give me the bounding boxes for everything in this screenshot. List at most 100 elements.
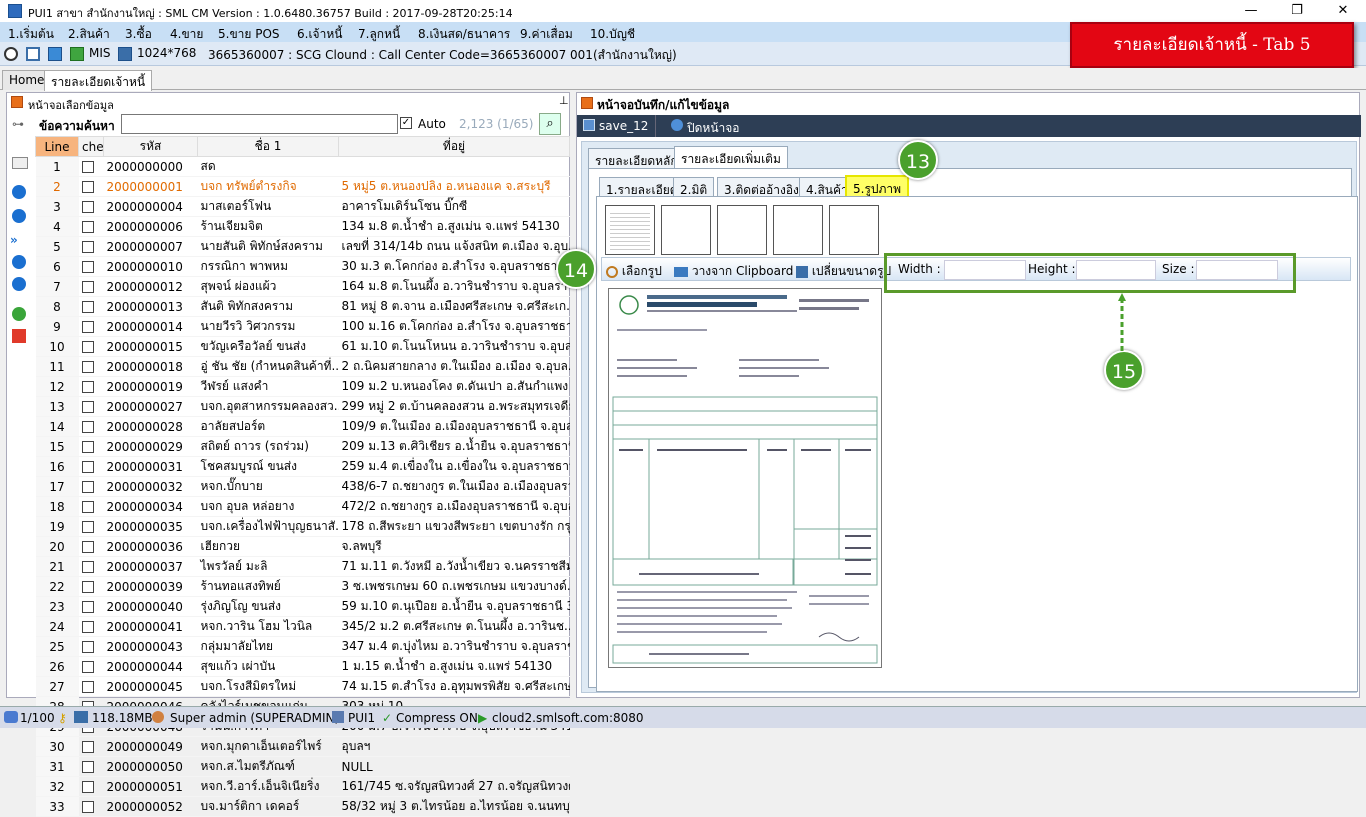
pin-icon[interactable]: ⊥ — [559, 94, 569, 107]
help-icon[interactable] — [12, 307, 26, 321]
row-checkbox[interactable] — [81, 241, 94, 253]
table-row[interactable]: 24 2000000041 หจก.วาริน โฮม ไวนิล 345/2 ม.2… — [35, 616, 570, 637]
resolution-button[interactable]: 1024*768 — [137, 46, 196, 60]
delete-icon[interactable] — [12, 329, 26, 343]
table-row[interactable]: 11 2000000018 อู่ ชัน ชัย (กำหนดสินค้าที่.… — [35, 356, 570, 377]
image-thumbnail-5[interactable] — [829, 205, 879, 255]
row-checkbox[interactable] — [81, 641, 94, 653]
row-checkbox[interactable] — [81, 181, 94, 193]
list-view-icon[interactable] — [12, 157, 28, 169]
row-checkbox[interactable] — [81, 201, 94, 213]
row-checkbox[interactable] — [81, 161, 94, 173]
row-checkbox[interactable] — [81, 541, 94, 553]
table-row[interactable]: 14 2000000028 อาลัยสปอร์ต 109/9 ต.ในเมือง อ… — [35, 416, 570, 437]
table-row[interactable]: 13 2000000027 บจก.อุตสาหกรรมคลองสว... 299 ห… — [35, 396, 570, 417]
table-row[interactable]: 5 2000000007 นายสันติ พิทักษ์สงคราม เลขที่ … — [35, 236, 570, 257]
row-checkbox[interactable] — [81, 661, 94, 673]
row-checkbox[interactable] — [81, 801, 94, 813]
row-checkbox[interactable] — [81, 581, 94, 593]
choose-image-button[interactable]: เลือกรูป — [606, 262, 662, 281]
power-icon[interactable] — [671, 119, 683, 131]
tree-icon[interactable]: ⊶ — [12, 117, 24, 131]
row-checkbox[interactable] — [81, 381, 94, 393]
table-row[interactable]: 30 2000000049 หจก.มุกดาเอ็นเตอร์ไพร์ อุบลฯ — [35, 736, 570, 757]
table-row[interactable]: 7 2000000012 สุพจน์ ผ่องแผ้ว 164 ม.8 ต.โนนผ… — [35, 276, 570, 297]
image-thumbnail-4[interactable] — [773, 205, 823, 255]
row-checkbox[interactable] — [81, 601, 94, 613]
table-row[interactable]: 20 2000000036 เฮียกวย จ.ลพบุรี — [35, 536, 570, 557]
mis-button[interactable]: MIS — [89, 46, 111, 60]
down-icon[interactable] — [12, 277, 26, 291]
row-checkbox[interactable] — [81, 281, 94, 293]
row-checkbox[interactable] — [81, 481, 94, 493]
column-header-line[interactable]: Line — [35, 136, 79, 157]
paste-clipboard-button[interactable]: วางจาก Clipboard — [674, 262, 793, 281]
column-header-check[interactable]: che — [78, 136, 104, 157]
image-thumbnail-1[interactable] — [605, 205, 655, 255]
table-row[interactable]: 23 2000000040 รุ่งภิญโญ ขนส่ง 59 ม.10 ต.นุเ… — [35, 596, 570, 617]
table-row[interactable]: 17 2000000032 หจก.บั๊กบาย 438/6-7 ถ.ชยางกูร… — [35, 476, 570, 497]
row-checkbox[interactable] — [81, 321, 94, 333]
tab-extra-detail[interactable]: รายละเอียดเพิ่มเติม — [674, 146, 788, 170]
row-checkbox[interactable] — [81, 501, 94, 513]
resize-image-button[interactable]: เปลี่ยนขนาดรูป — [796, 262, 891, 281]
table-row[interactable]: 4 2000000006 ร้านเจียมจิต 134 ม.8 ต.น้ำชำ อ… — [35, 216, 570, 237]
table-row[interactable]: 31 2000000050 หจก.ส.ไมตรีภัณฑ์ NULL — [35, 756, 570, 777]
tab-main-detail[interactable]: รายละเอียดหลัก — [588, 148, 685, 170]
row-checkbox[interactable] — [81, 781, 94, 793]
table-row[interactable]: 1 2000000000 สด — [35, 156, 570, 177]
row-checkbox[interactable] — [81, 761, 94, 773]
row-checkbox[interactable] — [81, 561, 94, 573]
maximize-button[interactable]: ❐ — [1274, 0, 1320, 22]
row-checkbox[interactable] — [81, 361, 94, 373]
close-screen-button[interactable]: ปิดหน้าจอ — [687, 119, 740, 138]
table-row[interactable]: 25 2000000043 กลุ่มมาลัยไทย 347 ม.4 ต.บุ่งไ… — [35, 636, 570, 657]
table-row[interactable]: 33 2000000052 บจ.มาร์ติกา เดคอร์ 58/32 หมู่… — [35, 796, 570, 817]
window-icon[interactable] — [26, 46, 40, 61]
table-row[interactable]: 10 2000000015 ขวัญเครือวัลย์ ขนส่ง 61 ม.10 … — [35, 336, 570, 357]
auto-checkbox[interactable]: ✓ — [400, 117, 412, 129]
row-checkbox[interactable] — [81, 221, 94, 233]
table-row[interactable]: 32 2000000051 หจก.วี.อาร์.เอ็นจิเนียริ่ง 16… — [35, 776, 570, 797]
table-row[interactable]: 6 2000000010 กรรณิกา พาพหม 30 ม.3 ต.โคกก่อง… — [35, 256, 570, 277]
column-header-address[interactable]: ที่อยู่ — [338, 136, 570, 157]
table-row[interactable]: 19 2000000035 บจก.เครื่องไฟฟ้าบุญธนาสั... 1… — [35, 516, 570, 537]
image-thumbnail-2[interactable] — [661, 205, 711, 255]
table-row[interactable]: 9 2000000014 นายวีรวิ วิศวกรรม 100 ม.16 ต.โ… — [35, 316, 570, 337]
calculator-icon[interactable] — [48, 46, 62, 61]
first-record-icon[interactable] — [12, 185, 26, 199]
clock-icon[interactable] — [4, 46, 18, 61]
search-input[interactable] — [121, 114, 398, 134]
row-checkbox[interactable] — [81, 741, 94, 753]
fast-forward-icon[interactable]: » — [10, 233, 18, 247]
table-row[interactable]: 27 2000000045 บจก.โรงสีมิตรใหม่ 74 ม.15 ต.ส… — [35, 676, 570, 697]
save-icon[interactable] — [583, 119, 595, 131]
row-checkbox[interactable] — [81, 301, 94, 313]
minimize-button[interactable]: — — [1228, 0, 1274, 22]
row-checkbox[interactable] — [81, 441, 94, 453]
table-row[interactable]: 3 2000000004 มาสเตอร์โฟน อาคารโมเดิร์นโซน บ… — [35, 196, 570, 217]
table-row[interactable]: 8 2000000013 สันติ พิทักสงคราม 81 หมู่ 8 ต.… — [35, 296, 570, 317]
row-checkbox[interactable] — [81, 421, 94, 433]
row-checkbox[interactable] — [81, 401, 94, 413]
table-row[interactable]: 15 2000000029 สถิตย์ ถาวร (รถร่วม) 209 ม.13… — [35, 436, 570, 457]
search-icon[interactable]: ⌕ — [539, 113, 561, 135]
table-row[interactable]: 22 2000000039 ร้านทอแสงทิพย์ 3 ซ.เพชรเกษม 6… — [35, 576, 570, 597]
table-row[interactable]: 21 2000000037 ไพรวัลย์ มะลิ 71 ม.11 ต.วังหม… — [35, 556, 570, 577]
tab-creditor-detail[interactable]: รายละเอียดเจ้าหนี้ — [44, 70, 153, 91]
table-row[interactable]: 12 2000000019 วีฬรย์ แสงคำ 109 ม.2 บ.หนองโค… — [35, 376, 570, 397]
row-checkbox[interactable] — [81, 521, 94, 533]
save-button[interactable]: save_12 — [599, 119, 648, 133]
row-checkbox[interactable] — [81, 341, 94, 353]
up-icon[interactable] — [12, 255, 26, 269]
column-header-code[interactable]: รหัส — [103, 136, 198, 157]
row-checkbox[interactable] — [81, 621, 94, 633]
table-row[interactable]: 2 2000000001 บจก ทรัพย์ตำรงกิจ 5 หมู่5 ต.หน… — [35, 176, 570, 197]
row-checkbox[interactable] — [81, 681, 94, 693]
close-button[interactable]: ✕ — [1320, 0, 1366, 22]
invoice-image[interactable] — [608, 288, 882, 668]
table-row[interactable]: 18 2000000034 บจก อุบล หล่อยาง 472/2 ถ.ชยาง… — [35, 496, 570, 517]
image-thumbnail-3[interactable] — [717, 205, 767, 255]
mis-chart-icon[interactable] — [70, 46, 84, 61]
picture-icon[interactable] — [118, 46, 132, 61]
